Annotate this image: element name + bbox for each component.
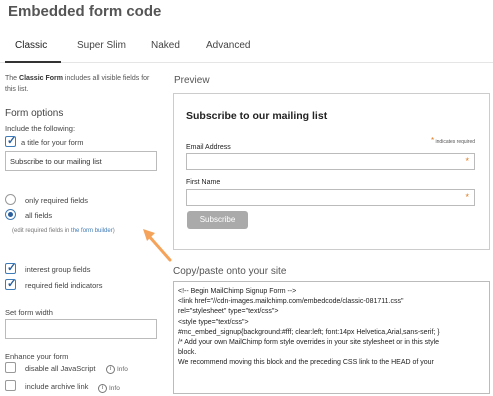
interest-groups-label: interest group fields	[25, 265, 91, 274]
code-line: <style type="text/css">	[178, 318, 249, 326]
active-tab-indicator	[5, 61, 61, 63]
form-builder-link[interactable]: the form builder	[71, 228, 113, 234]
archive-link-label: include archive link	[25, 382, 89, 391]
code-line: #mc_embed_signup{background:#fff; clear:…	[178, 328, 440, 336]
interest-groups-checkbox[interactable]	[5, 261, 16, 274]
required-indicators-label: required field indicators	[25, 281, 103, 290]
preview-title: Preview	[174, 75, 210, 86]
email-label: Email Address	[186, 144, 231, 151]
archive-link-checkbox[interactable]	[5, 380, 16, 391]
intro-bold: Classic Form	[19, 75, 63, 82]
email-input[interactable]: *	[186, 153, 475, 170]
pointer-arrow-icon	[143, 229, 172, 262]
form-title-input[interactable]: Subscribe to our mailing list	[5, 151, 157, 171]
code-line: <!-- Begin MailChimp Signup Form -->	[178, 288, 297, 295]
subscribe-button[interactable]: Subscribe	[187, 211, 248, 229]
all-fields-radio[interactable]	[5, 209, 16, 220]
required-star: *	[431, 136, 435, 145]
tab-classic[interactable]: Classic	[15, 40, 47, 51]
form-width-input[interactable]	[5, 319, 157, 339]
tab-naked[interactable]: Naked	[151, 40, 180, 51]
info-label[interactable]: Info	[117, 366, 128, 373]
code-line: We recommend moving this block and the p…	[178, 359, 434, 367]
tab-bar: Classic Super Slim Naked Advanced	[0, 35, 493, 63]
edit-required-note: (edit required fields in the form builde…	[12, 228, 115, 234]
width-label: Set form width	[5, 308, 53, 317]
first-name-input[interactable]: *	[186, 189, 475, 206]
only-required-label: only required fields	[25, 196, 88, 205]
only-required-radio[interactable]	[5, 194, 16, 205]
intro-text: The Classic Form includes all visible fi…	[5, 75, 150, 93]
enhance-title: Enhance your form	[5, 352, 69, 361]
title-checkbox[interactable]	[5, 134, 16, 147]
preview-panel: Subscribe to our mailing list * indicate…	[173, 93, 490, 250]
include-label: Include the following:	[5, 124, 76, 133]
email-required-star: *	[465, 156, 469, 166]
code-line: block.	[178, 349, 197, 357]
tab-advanced[interactable]: Advanced	[206, 40, 250, 51]
info-label[interactable]: Info	[109, 385, 120, 392]
required-indicator-note: * indicates required	[431, 136, 475, 145]
tab-super-slim[interactable]: Super Slim	[77, 40, 126, 51]
disable-js-label: disable all JavaScript	[25, 364, 96, 373]
preview-form-heading: Subscribe to our mailing list	[186, 110, 328, 122]
code-line: /* Add your own MailChimp form style ove…	[178, 339, 440, 347]
copy-paste-title: Copy/paste onto your site	[173, 266, 287, 277]
embed-code-textarea[interactable]: <!-- Begin MailChimp Signup Form --> <li…	[173, 281, 490, 394]
code-line: <link href="//cdn-images.mailchimp.com/e…	[178, 298, 404, 306]
first-name-required-star: *	[465, 192, 469, 202]
title-checkbox-label: a title for your form	[21, 138, 84, 147]
code-line: rel="stylesheet" type="text/css">	[178, 308, 279, 316]
page-title: Embedded form code	[8, 3, 162, 20]
first-name-label: First Name	[186, 179, 221, 186]
required-indicators-checkbox[interactable]	[5, 277, 16, 290]
info-icon[interactable]: i	[98, 384, 107, 393]
disable-js-checkbox[interactable]	[5, 362, 16, 373]
info-icon[interactable]: i	[106, 365, 115, 374]
form-options-title: Form options	[5, 108, 64, 119]
all-fields-label: all fields	[25, 211, 53, 220]
